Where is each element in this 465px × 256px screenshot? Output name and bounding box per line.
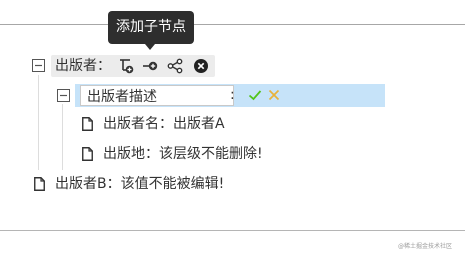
key-value-separator: : bbox=[230, 87, 235, 103]
confirm-check-icon[interactable] bbox=[248, 88, 262, 102]
add-child-icon[interactable] bbox=[118, 58, 134, 74]
document-icon bbox=[82, 117, 93, 131]
delete-icon[interactable] bbox=[193, 58, 209, 74]
child-node-label[interactable]: 出版者名：出版者A bbox=[103, 114, 225, 134]
collapse-icon[interactable] bbox=[32, 59, 45, 72]
bottom-divider bbox=[0, 230, 465, 231]
cancel-close-icon[interactable] bbox=[267, 88, 281, 102]
node-name-input[interactable] bbox=[80, 85, 234, 106]
watermark: @稀土掘金技术社区 bbox=[398, 243, 453, 250]
top-divider bbox=[0, 24, 465, 25]
tooltip: 添加子节点 bbox=[108, 11, 194, 44]
child-node-label[interactable]: 出版地：该层级不能删除! bbox=[103, 144, 263, 164]
tree-guide-line bbox=[62, 104, 63, 170]
collapse-icon[interactable] bbox=[57, 89, 70, 102]
add-sibling-icon[interactable] bbox=[142, 58, 158, 74]
tooltip-arrow bbox=[145, 44, 155, 50]
sibling-node-label[interactable]: 出版者B：该值不能被编辑! bbox=[55, 174, 224, 194]
document-icon bbox=[82, 147, 93, 161]
share-icon[interactable] bbox=[167, 58, 183, 74]
tree-guide-line bbox=[38, 75, 39, 170]
root-node-label: 出版者： bbox=[55, 58, 111, 74]
document-icon bbox=[34, 177, 45, 191]
